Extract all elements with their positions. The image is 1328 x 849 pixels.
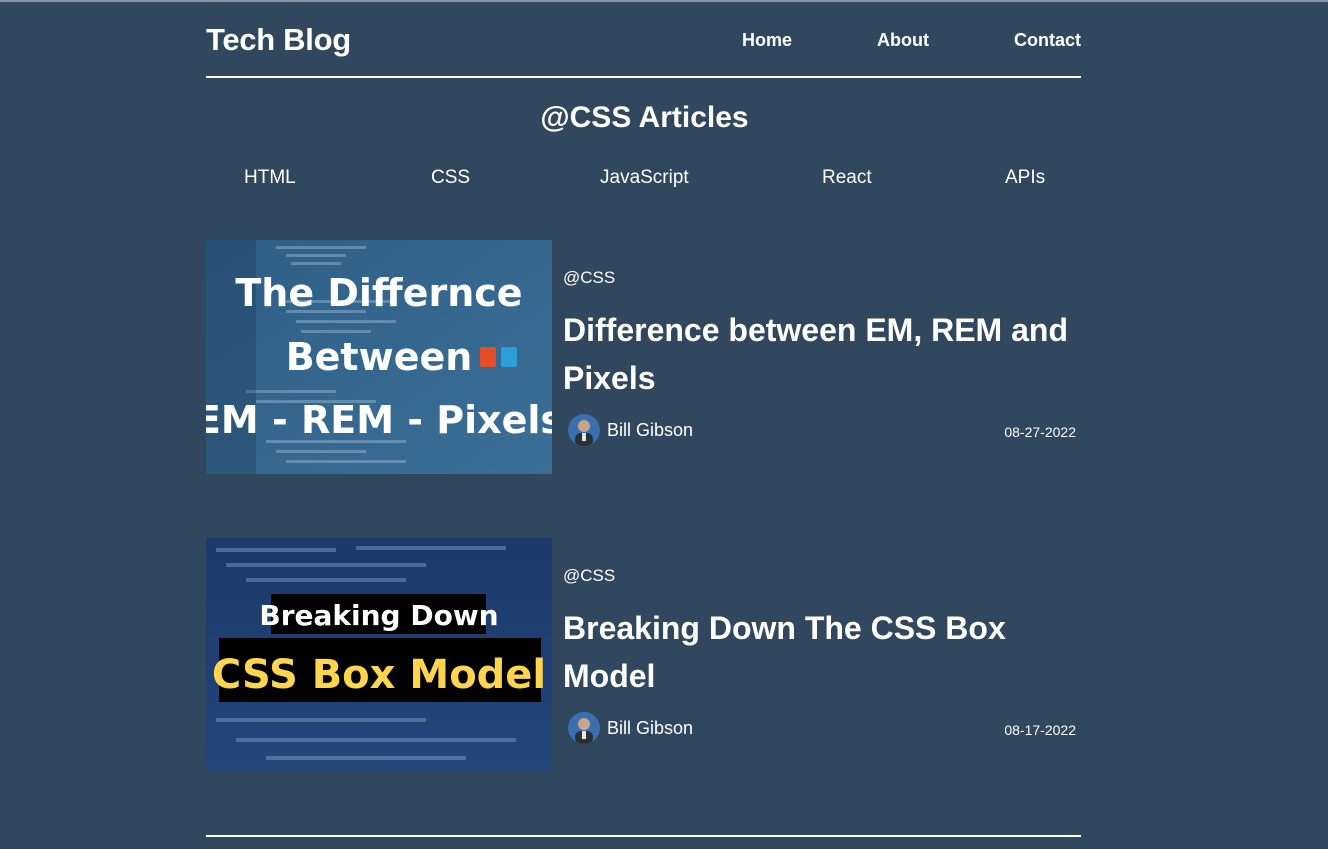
category-nav: HTML CSS JavaScript React APIs xyxy=(206,167,1081,191)
author-avatar-image xyxy=(568,414,600,446)
article-thumbnail[interactable]: The Differnce Between EM - REM - Pixels xyxy=(206,240,552,474)
author-avatar xyxy=(568,712,600,744)
article-tag[interactable]: @CSS xyxy=(563,566,615,586)
article-card: Breaking Down CSS Box Model @CSS Breakin… xyxy=(206,538,1081,772)
em-rem-pixels-thumbnail-image: The Differnce Between EM - REM - Pixels xyxy=(206,240,552,474)
page-title-text: @CSS Articles xyxy=(540,101,749,134)
article-author: Bill Gibson xyxy=(568,414,693,446)
nav-about-link[interactable]: About xyxy=(877,30,929,51)
article-date: 08-27-2022 xyxy=(1004,424,1076,440)
thumb-line-1: The Differnce xyxy=(235,271,522,315)
article-title[interactable]: Difference between EM, REM and Pixels xyxy=(563,306,1078,402)
author-name: Bill Gibson xyxy=(607,717,694,738)
site-header: Tech Blog Home About Contact xyxy=(206,0,1081,78)
category-react-link[interactable]: React xyxy=(822,167,872,189)
css3-icon xyxy=(501,347,517,367)
thumb-line-2: CSS Box Model xyxy=(212,652,546,698)
footer-divider xyxy=(206,835,1081,837)
author-name: Bill Gibson xyxy=(607,419,694,440)
html5-icon xyxy=(480,347,496,367)
article-title[interactable]: Breaking Down The CSS Box Model xyxy=(563,604,1078,700)
nav-contact-link[interactable]: Contact xyxy=(1014,30,1081,51)
article-date: 08-17-2022 xyxy=(1004,722,1076,738)
thumb-line-2: Between xyxy=(286,335,473,379)
author-avatar-image xyxy=(568,712,600,744)
article-thumbnail[interactable]: Breaking Down CSS Box Model xyxy=(206,538,552,772)
category-css-link[interactable]: CSS xyxy=(431,167,470,189)
main-nav: Home About Contact xyxy=(742,30,1081,51)
thumb-line-3: EM - REM - Pixels xyxy=(206,398,552,442)
article-author: Bill Gibson xyxy=(568,712,693,744)
category-apis-link[interactable]: APIs xyxy=(1005,167,1045,189)
page-container: Tech Blog Home About Contact @CSS Articl… xyxy=(206,0,1081,772)
css-box-model-thumbnail-image: Breaking Down CSS Box Model xyxy=(206,538,552,772)
category-javascript-link[interactable]: JavaScript xyxy=(600,167,689,189)
article-card: The Differnce Between EM - REM - Pixels … xyxy=(206,240,1081,474)
author-avatar xyxy=(568,414,600,446)
category-html-link[interactable]: HTML xyxy=(244,167,296,189)
page-title: @CSS Articles xyxy=(206,101,1081,135)
article-tag[interactable]: @CSS xyxy=(563,268,615,288)
site-logo-link[interactable]: Tech Blog xyxy=(206,22,351,58)
nav-home-link[interactable]: Home xyxy=(742,30,792,51)
thumb-line-1: Breaking Down xyxy=(259,599,498,632)
